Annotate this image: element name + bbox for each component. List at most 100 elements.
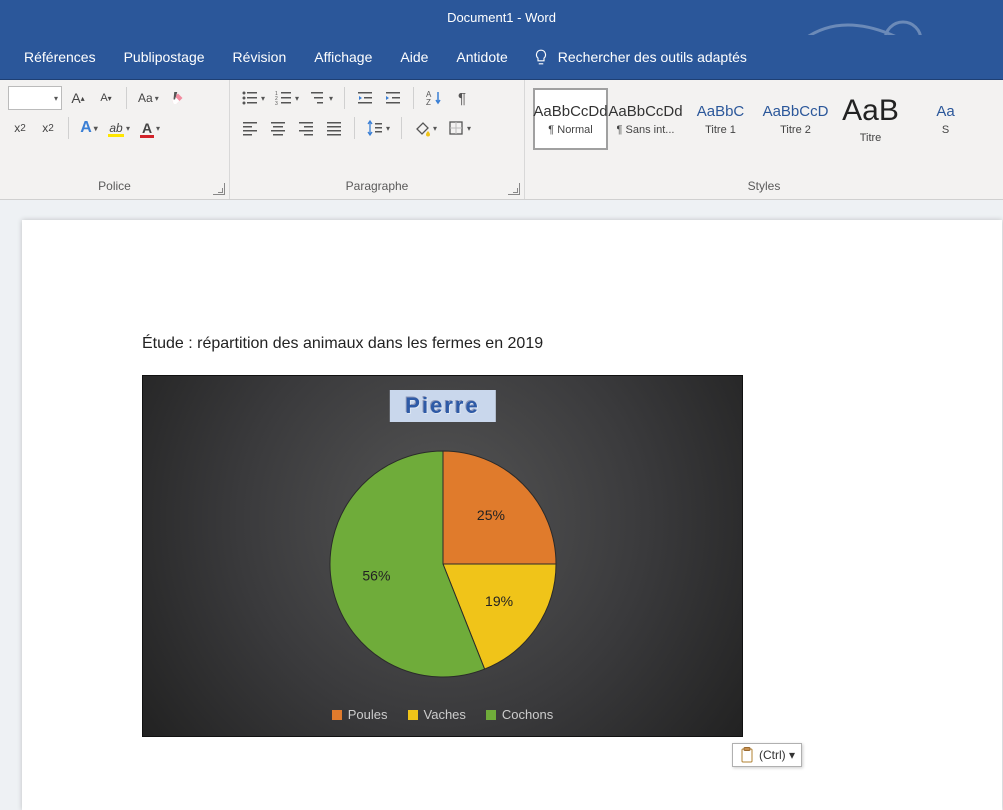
align-left-button[interactable] xyxy=(238,116,262,140)
chart-legend: Poules Vaches Cochons xyxy=(143,707,742,722)
legend-label: Poules xyxy=(348,707,388,722)
paint-bucket-icon xyxy=(413,119,431,137)
tab-help[interactable]: Aide xyxy=(386,41,442,73)
chart-object[interactable]: Pierre 25% 19% 56% Poules Vaches Cochons xyxy=(142,375,743,737)
subscript-button[interactable]: x2 xyxy=(8,116,32,140)
lightbulb-icon xyxy=(532,48,550,66)
style-item[interactable]: AaBbC Titre 1 xyxy=(683,88,758,150)
superscript-button[interactable]: x2 xyxy=(36,116,60,140)
numbering-icon: 123 xyxy=(275,89,293,107)
borders-icon xyxy=(447,119,465,137)
line-spacing-icon xyxy=(366,119,384,137)
tab-review[interactable]: Révision xyxy=(219,41,301,73)
tab-antidote[interactable]: Antidote xyxy=(442,41,521,73)
style-item[interactable]: AaBbCcDd ¶ Sans int... xyxy=(608,88,683,150)
styles-gallery[interactable]: AaBbCcDd¶ NormalAaBbCcDd¶ Sans int...AaB… xyxy=(531,86,1003,152)
style-name: Titre 1 xyxy=(705,124,736,136)
tell-me-search[interactable]: Rechercher des outils adaptés xyxy=(532,48,747,66)
tab-mailings[interactable]: Publipostage xyxy=(110,41,219,73)
align-center-icon xyxy=(269,119,287,137)
svg-text:Z: Z xyxy=(426,98,431,107)
justify-button[interactable] xyxy=(322,116,346,140)
align-center-button[interactable] xyxy=(266,116,290,140)
shading-button[interactable]: ▾ xyxy=(410,116,440,140)
text-effects-button[interactable]: A▾ xyxy=(77,116,101,140)
paste-options-text: (Ctrl) ▾ xyxy=(759,748,795,762)
legend-swatch xyxy=(332,710,342,720)
style-name: ¶ Sans int... xyxy=(617,124,675,136)
change-case-button[interactable]: Aa▾ xyxy=(135,86,162,110)
tab-view[interactable]: Affichage xyxy=(300,41,386,73)
style-preview: AaB xyxy=(842,94,899,128)
pie-chart: 25% 19% 56% xyxy=(328,449,558,679)
bullets-icon xyxy=(241,89,259,107)
style-preview: Aa xyxy=(936,103,954,120)
legend-item: Cochons xyxy=(486,707,553,722)
font-dialog-launcher[interactable] xyxy=(213,183,225,195)
style-name: S xyxy=(942,124,949,136)
window-title: Document1 - Word xyxy=(447,10,556,25)
style-preview: AaBbCcDd xyxy=(608,103,682,120)
style-item[interactable]: Aa S xyxy=(908,88,983,150)
show-marks-button[interactable]: ¶ xyxy=(450,86,474,110)
legend-item: Vaches xyxy=(408,707,466,722)
grow-font-button[interactable]: A▴ xyxy=(66,86,90,110)
document-area: Étude : répartition des animaux dans les… xyxy=(0,200,1003,810)
multilevel-list-button[interactable]: ▾ xyxy=(306,86,336,110)
align-left-icon xyxy=(241,119,259,137)
style-item[interactable]: AaB Titre xyxy=(833,88,908,150)
style-name: Titre xyxy=(860,132,882,144)
style-name: ¶ Normal xyxy=(548,124,592,136)
increase-indent-button[interactable] xyxy=(381,86,405,110)
outdent-icon xyxy=(356,89,374,107)
styles-group-label: Styles xyxy=(748,179,781,193)
title-bar: Document1 - Word xyxy=(0,0,1003,35)
chart-title: Pierre xyxy=(389,390,495,422)
font-color-button[interactable]: A▾ xyxy=(137,116,163,140)
highlight-button[interactable]: ab▾ xyxy=(105,116,133,140)
style-preview: AaBbCcD xyxy=(763,103,829,120)
style-preview: AaBbCcDd xyxy=(533,103,607,120)
clear-formatting-button[interactable] xyxy=(166,86,190,110)
font-size-combo[interactable]: ▾ xyxy=(8,86,62,110)
align-right-button[interactable] xyxy=(294,116,318,140)
paragraph-group-label: Paragraphe xyxy=(346,179,409,193)
decrease-indent-button[interactable] xyxy=(353,86,377,110)
legend-swatch xyxy=(408,710,418,720)
legend-swatch xyxy=(486,710,496,720)
shrink-font-button[interactable]: A▾ xyxy=(94,86,118,110)
tell-me-text: Rechercher des outils adaptés xyxy=(558,49,747,65)
indent-icon xyxy=(384,89,402,107)
sort-button[interactable]: AZ xyxy=(422,86,446,110)
eraser-icon xyxy=(169,89,187,107)
bullets-button[interactable]: ▾ xyxy=(238,86,268,110)
borders-button[interactable]: ▾ xyxy=(444,116,474,140)
numbering-button[interactable]: 123▾ xyxy=(272,86,302,110)
font-group-label: Police xyxy=(98,179,131,193)
document-heading[interactable]: Étude : répartition des animaux dans les… xyxy=(142,335,1002,353)
legend-label: Cochons xyxy=(502,707,553,722)
pie-slice-label: 19% xyxy=(485,593,513,609)
style-preview: AaBbC xyxy=(697,103,745,120)
style-item[interactable]: AaBbCcDd ¶ Normal xyxy=(533,88,608,150)
justify-icon xyxy=(325,119,343,137)
multilevel-icon xyxy=(309,89,327,107)
sort-icon: AZ xyxy=(425,89,443,107)
paragraph-dialog-launcher[interactable] xyxy=(508,183,520,195)
page[interactable]: Étude : répartition des animaux dans les… xyxy=(22,220,1002,810)
styles-group: AaBbCcDd¶ NormalAaBbCcDd¶ Sans int...AaB… xyxy=(525,80,1003,199)
clipboard-icon xyxy=(739,747,755,763)
tab-references[interactable]: Références xyxy=(10,41,110,73)
line-spacing-button[interactable]: ▾ xyxy=(363,116,393,140)
pie-slice-label: 25% xyxy=(476,507,504,523)
paste-options-button[interactable]: (Ctrl) ▾ xyxy=(732,743,802,767)
style-item[interactable]: AaBbCcD Titre 2 xyxy=(758,88,833,150)
legend-label: Vaches xyxy=(424,707,466,722)
font-group: ▾ A▴ A▾ Aa▾ x2 x2 A▾ ab▾ xyxy=(0,80,230,199)
style-name: Titre 2 xyxy=(780,124,811,136)
pie-slice-label: 56% xyxy=(362,567,390,583)
legend-item: Poules xyxy=(332,707,388,722)
ribbon-tabs: Références Publipostage Révision Afficha… xyxy=(0,35,1003,80)
align-right-icon xyxy=(297,119,315,137)
ribbon: ▾ A▴ A▾ Aa▾ x2 x2 A▾ ab▾ xyxy=(0,80,1003,200)
